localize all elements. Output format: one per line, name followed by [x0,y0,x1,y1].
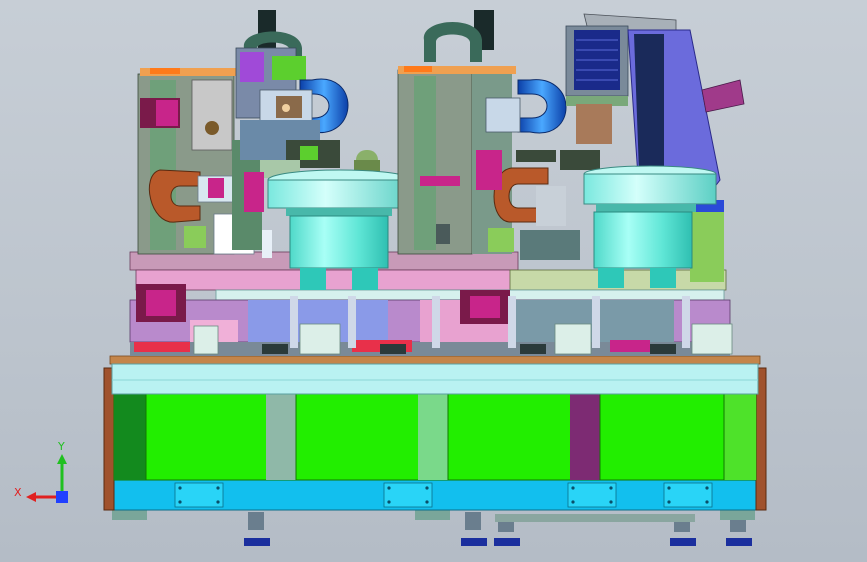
z-axis-marker [56,491,68,503]
y-axis-arrow [57,454,67,497]
cad-viewport[interactable]: Y X [0,0,867,562]
y-axis-label: Y [58,440,65,453]
coordinate-triad [26,454,68,503]
x-axis-label: X [14,486,22,499]
